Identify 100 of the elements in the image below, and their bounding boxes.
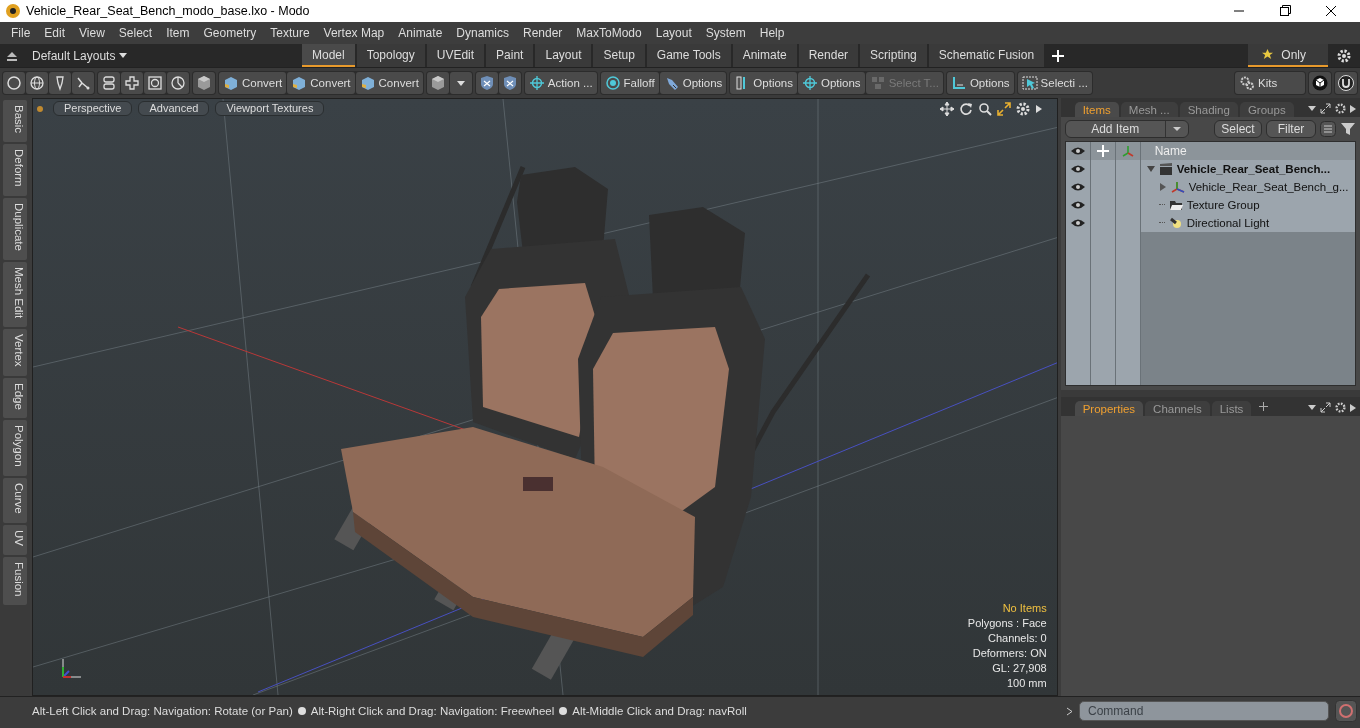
toolbar-icon-button[interactable] <box>1335 72 1357 94</box>
menu-item[interactable]: Render <box>516 26 570 40</box>
layout-tab[interactable]: Topology <box>356 44 425 67</box>
layout-tab[interactable]: Render <box>798 44 859 67</box>
toolbar-button[interactable]: Convert <box>219 72 287 94</box>
menu-item[interactable]: Geometry <box>196 26 264 40</box>
menu-item[interactable]: Vertex Map <box>316 26 392 40</box>
menu-item[interactable]: Edit <box>37 26 73 40</box>
toolbar-icon-button[interactable] <box>3 72 25 94</box>
visibility-eye-icon[interactable] <box>1070 200 1085 210</box>
toolbar-icon-button[interactable] <box>98 72 120 94</box>
viewport-option-button[interactable]: Perspective <box>52 101 133 116</box>
side-tab[interactable]: Fusion <box>3 556 27 606</box>
visibility-eye-icon[interactable] <box>1070 164 1085 174</box>
toolbar-button[interactable]: Options <box>659 72 727 94</box>
rotate-icon[interactable] <box>958 102 973 116</box>
select-button[interactable]: Select <box>1214 120 1262 138</box>
side-tab[interactable]: Basic <box>3 100 27 143</box>
settings-icon[interactable] <box>1335 402 1346 413</box>
menu-item[interactable]: MaxToModo <box>569 26 649 40</box>
menu-item[interactable]: System <box>698 26 753 40</box>
toolbar-icon-button[interactable] <box>144 72 166 94</box>
viewport-option-button[interactable]: Advanced <box>138 101 210 116</box>
toolbar-icon-button[interactable] <box>49 72 71 94</box>
settings-icon[interactable] <box>1337 48 1351 63</box>
side-tab[interactable]: Edge <box>3 377 27 419</box>
tree-item[interactable]: Directional Light <box>1186 217 1270 229</box>
side-tab[interactable]: Deform <box>3 144 27 196</box>
layout-tab[interactable]: Scripting <box>860 44 927 67</box>
toolbar-icon-button[interactable] <box>72 72 94 94</box>
settings-icon[interactable] <box>1335 103 1346 114</box>
toolbar-icon-button[interactable] <box>498 72 521 94</box>
record-icon[interactable] <box>1335 700 1357 722</box>
toolbar-icon-button[interactable] <box>426 72 449 94</box>
collapsed-triangle-icon[interactable] <box>1158 183 1167 191</box>
menu-item[interactable]: Texture <box>263 26 317 40</box>
layouts-dropdown[interactable]: Default Layouts <box>32 48 302 63</box>
menu-item[interactable]: Animate <box>391 26 450 40</box>
side-tab[interactable]: Mesh Edit <box>3 261 27 327</box>
toolbar-button[interactable]: Convert <box>287 72 355 94</box>
toolbar-icon-button[interactable] <box>167 72 189 94</box>
visibility-eye-icon[interactable] <box>1070 182 1085 192</box>
side-tab[interactable]: Vertex <box>3 328 27 376</box>
caret-icon[interactable] <box>1308 404 1316 411</box>
collapse-arrow-icon[interactable] <box>6 49 18 62</box>
layout-tab[interactable]: UVEdit <box>426 44 485 67</box>
tree-item[interactable]: Texture Group <box>1186 199 1260 211</box>
side-tab[interactable]: Curve <box>3 477 27 523</box>
filter-button[interactable]: Filter <box>1266 120 1316 138</box>
toolbar-icon-button[interactable] <box>449 72 472 94</box>
panel-tab[interactable]: Mesh ... <box>1120 102 1178 117</box>
toolbar-button[interactable]: Selecti ... <box>1017 72 1092 94</box>
settings-icon[interactable] <box>1015 102 1030 116</box>
maximize-viewport-icon[interactable] <box>996 102 1011 116</box>
toolbar-button[interactable]: Action ... <box>524 72 597 94</box>
menu-item[interactable]: Item <box>159 26 197 40</box>
toolbar-button[interactable]: Options <box>730 72 797 94</box>
command-field[interactable]: Command <box>1079 701 1329 721</box>
toolbar-button[interactable]: Convert <box>355 72 423 94</box>
only-toggle[interactable]: Only <box>1248 44 1328 67</box>
panel-tab[interactable]: Properties <box>1074 401 1144 416</box>
caret-icon[interactable] <box>1308 105 1316 112</box>
layout-tab[interactable]: Model <box>302 44 355 67</box>
toolbar-icon-button[interactable] <box>26 72 48 94</box>
menu-item[interactable]: Select <box>111 26 160 40</box>
panel-tab[interactable]: Lists <box>1211 401 1252 416</box>
menu-item[interactable]: File <box>4 26 38 40</box>
layout-tab[interactable]: Paint <box>486 44 534 67</box>
expand-arrow-icon[interactable] <box>1350 103 1356 114</box>
layout-tab[interactable]: Schematic Fusion <box>928 44 1045 67</box>
viewport-option-button[interactable]: Viewport Textures <box>215 101 325 116</box>
panel-tab[interactable]: Shading <box>1179 102 1238 117</box>
toolbar-button[interactable]: Options <box>946 72 1014 94</box>
side-tab[interactable]: Duplicate <box>3 197 27 260</box>
menu-item[interactable]: Help <box>752 26 792 40</box>
expand-icon[interactable] <box>1320 402 1331 413</box>
menu-item[interactable]: Layout <box>648 26 699 40</box>
zoom-icon[interactable] <box>977 102 992 116</box>
expand-arrow-icon[interactable] <box>1350 402 1356 413</box>
toolbar-button[interactable]: Falloff <box>600 72 659 94</box>
menu-item[interactable]: View <box>72 26 112 40</box>
menu-item[interactable]: Dynamics <box>449 26 516 40</box>
move-icon[interactable] <box>939 102 954 116</box>
panel-tab[interactable]: Items <box>1074 102 1119 117</box>
layout-tab[interactable]: Animate <box>732 44 797 67</box>
toolbar-icon-button[interactable] <box>1309 72 1331 94</box>
toolbar-icon-button[interactable] <box>121 72 143 94</box>
side-tab[interactable]: UV <box>3 524 27 555</box>
add-item-dropdown[interactable]: Add Item <box>1064 120 1189 138</box>
filter-icon[interactable] <box>1340 121 1356 137</box>
visibility-eye-icon[interactable] <box>1070 218 1085 228</box>
layout-tab[interactable]: Layout <box>535 44 592 67</box>
panel-tab[interactable]: Channels <box>1145 401 1210 416</box>
toolbar-icon-button[interactable] <box>193 72 215 94</box>
expanded-triangle-icon[interactable] <box>1146 165 1155 173</box>
side-tab[interactable]: Polygon <box>3 420 27 476</box>
toolbar-icon-button[interactable] <box>475 72 498 94</box>
panel-tab[interactable]: Groups <box>1239 102 1294 117</box>
expand-icon[interactable] <box>1320 103 1331 114</box>
toolbar-button[interactable]: Options <box>798 72 865 94</box>
